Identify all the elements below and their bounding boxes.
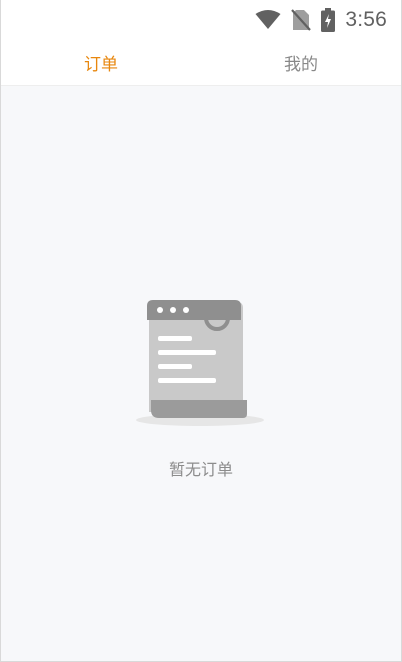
battery-charging-icon — [321, 8, 336, 32]
orders-content: 暂无订单 — [1, 86, 401, 661]
no-sim-icon — [291, 9, 312, 31]
tab-mine[interactable]: 我的 — [201, 40, 401, 85]
tab-orders[interactable]: 订单 — [1, 40, 201, 85]
app-screen: 3:56 订单 我的 暂无订单 — [0, 0, 402, 662]
tab-bar: 订单 我的 — [1, 40, 401, 86]
status-time: 3:56 — [345, 8, 387, 31]
empty-orders-message: 暂无订单 — [168, 460, 233, 479]
empty-orders-icon — [133, 300, 267, 432]
status-bar: 3:56 — [1, 0, 401, 40]
wifi-icon — [255, 10, 281, 30]
